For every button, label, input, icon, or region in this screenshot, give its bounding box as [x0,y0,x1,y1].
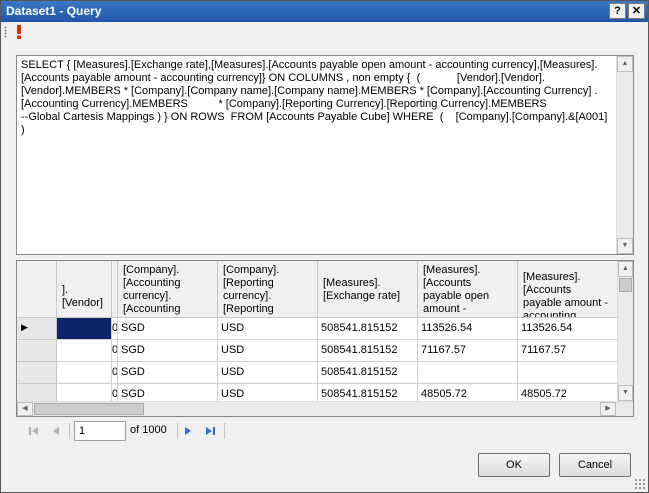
record-count-label: of 1000 [130,424,167,436]
scroll-down-icon[interactable]: ▼ [617,238,633,254]
scroll-thumb[interactable] [619,278,632,292]
ok-button[interactable]: OK [478,453,550,477]
query-dialog: Dataset1 - Query ? ✕ SELECT { [Measures]… [0,0,649,493]
row-header[interactable] [17,362,57,384]
column-header-exchange-rate[interactable]: [Measures].[Exchange rate] [318,261,418,318]
help-button[interactable]: ? [609,3,626,19]
dialog-title: Dataset1 - Query [6,4,102,18]
table-cell[interactable] [518,362,618,384]
divider [69,423,70,439]
query-text[interactable]: SELECT { [Measures].[Exchange rate],[Mea… [21,59,611,137]
grid-vertical-scrollbar[interactable]: ▲ ▼ [617,261,633,401]
exclamation-run-icon[interactable] [14,25,24,39]
table-cell[interactable]: SGD [118,318,218,340]
grid-corner-header [17,261,57,318]
scroll-left-icon[interactable]: ◀ [17,402,33,416]
column-header-payable-amount[interactable]: [Measures].[Accounts payable amount - ac… [518,261,618,318]
title-bar[interactable]: Dataset1 - Query ? ✕ [1,1,648,22]
toolbar [1,22,648,42]
table-cell[interactable]: 508541.815152 [318,318,418,340]
record-position-input[interactable]: 1 [74,421,126,441]
query-vertical-scrollbar[interactable]: ▲ ▼ [616,56,633,254]
table-cell[interactable] [418,362,518,384]
table-cell[interactable]: SGD [118,362,218,384]
cancel-button[interactable]: Cancel [559,453,631,477]
query-editor[interactable]: SELECT { [Measures].[Exchange rate],[Mea… [16,55,634,255]
scroll-thumb[interactable] [34,403,144,415]
table-cell[interactable] [57,340,112,362]
toolbar-grip-icon[interactable] [4,26,7,38]
close-button[interactable]: ✕ [628,3,645,19]
table-cell[interactable]: 508541.815152 [318,362,418,384]
table-cell[interactable] [57,362,112,384]
scroll-right-icon[interactable]: ▶ [600,402,616,416]
record-navigator: 1 of 1000 [16,420,634,442]
first-record-icon[interactable] [26,423,42,439]
column-header-accounting-currency[interactable]: [Company].[Accounting currency].[Account… [118,261,218,318]
table-cell[interactable]: 113526.54 [518,318,618,340]
table-cell[interactable]: SGD [118,340,218,362]
table-cell[interactable]: 508541.815152 [318,340,418,362]
results-grid[interactable]: ].[Vendor] [Company].[Accounting currenc… [16,260,634,417]
table-cell[interactable]: USD [218,362,318,384]
scroll-down-icon[interactable]: ▼ [618,385,633,401]
table-cell[interactable]: 71167.57 [418,340,518,362]
resize-grip-icon[interactable] [634,478,646,490]
table-cell[interactable]: USD [218,340,318,362]
table-cell[interactable]: 113526.54 [418,318,518,340]
divider [177,423,178,439]
table-cell[interactable] [57,318,112,340]
scroll-up-icon[interactable]: ▲ [617,56,633,72]
next-record-icon[interactable] [180,423,196,439]
current-row-icon: ▶ [21,322,28,332]
column-header-reporting-currency[interactable]: [Company].[Reporting currency].[Reportin… [218,261,318,318]
divider [224,423,225,439]
column-header-vendor[interactable]: ].[Vendor] [57,261,112,318]
row-header[interactable]: ▶ [17,318,57,340]
last-record-icon[interactable] [202,423,218,439]
scroll-up-icon[interactable]: ▲ [618,261,633,277]
table-cell[interactable]: USD [218,318,318,340]
grid-horizontal-scrollbar[interactable]: ◀ ▶ [17,401,633,416]
table-cell[interactable]: 71167.57 [518,340,618,362]
column-header-open-amount[interactable]: [Measures].[Accounts payable open amount… [418,261,518,318]
row-header[interactable] [17,340,57,362]
previous-record-icon[interactable] [48,423,64,439]
